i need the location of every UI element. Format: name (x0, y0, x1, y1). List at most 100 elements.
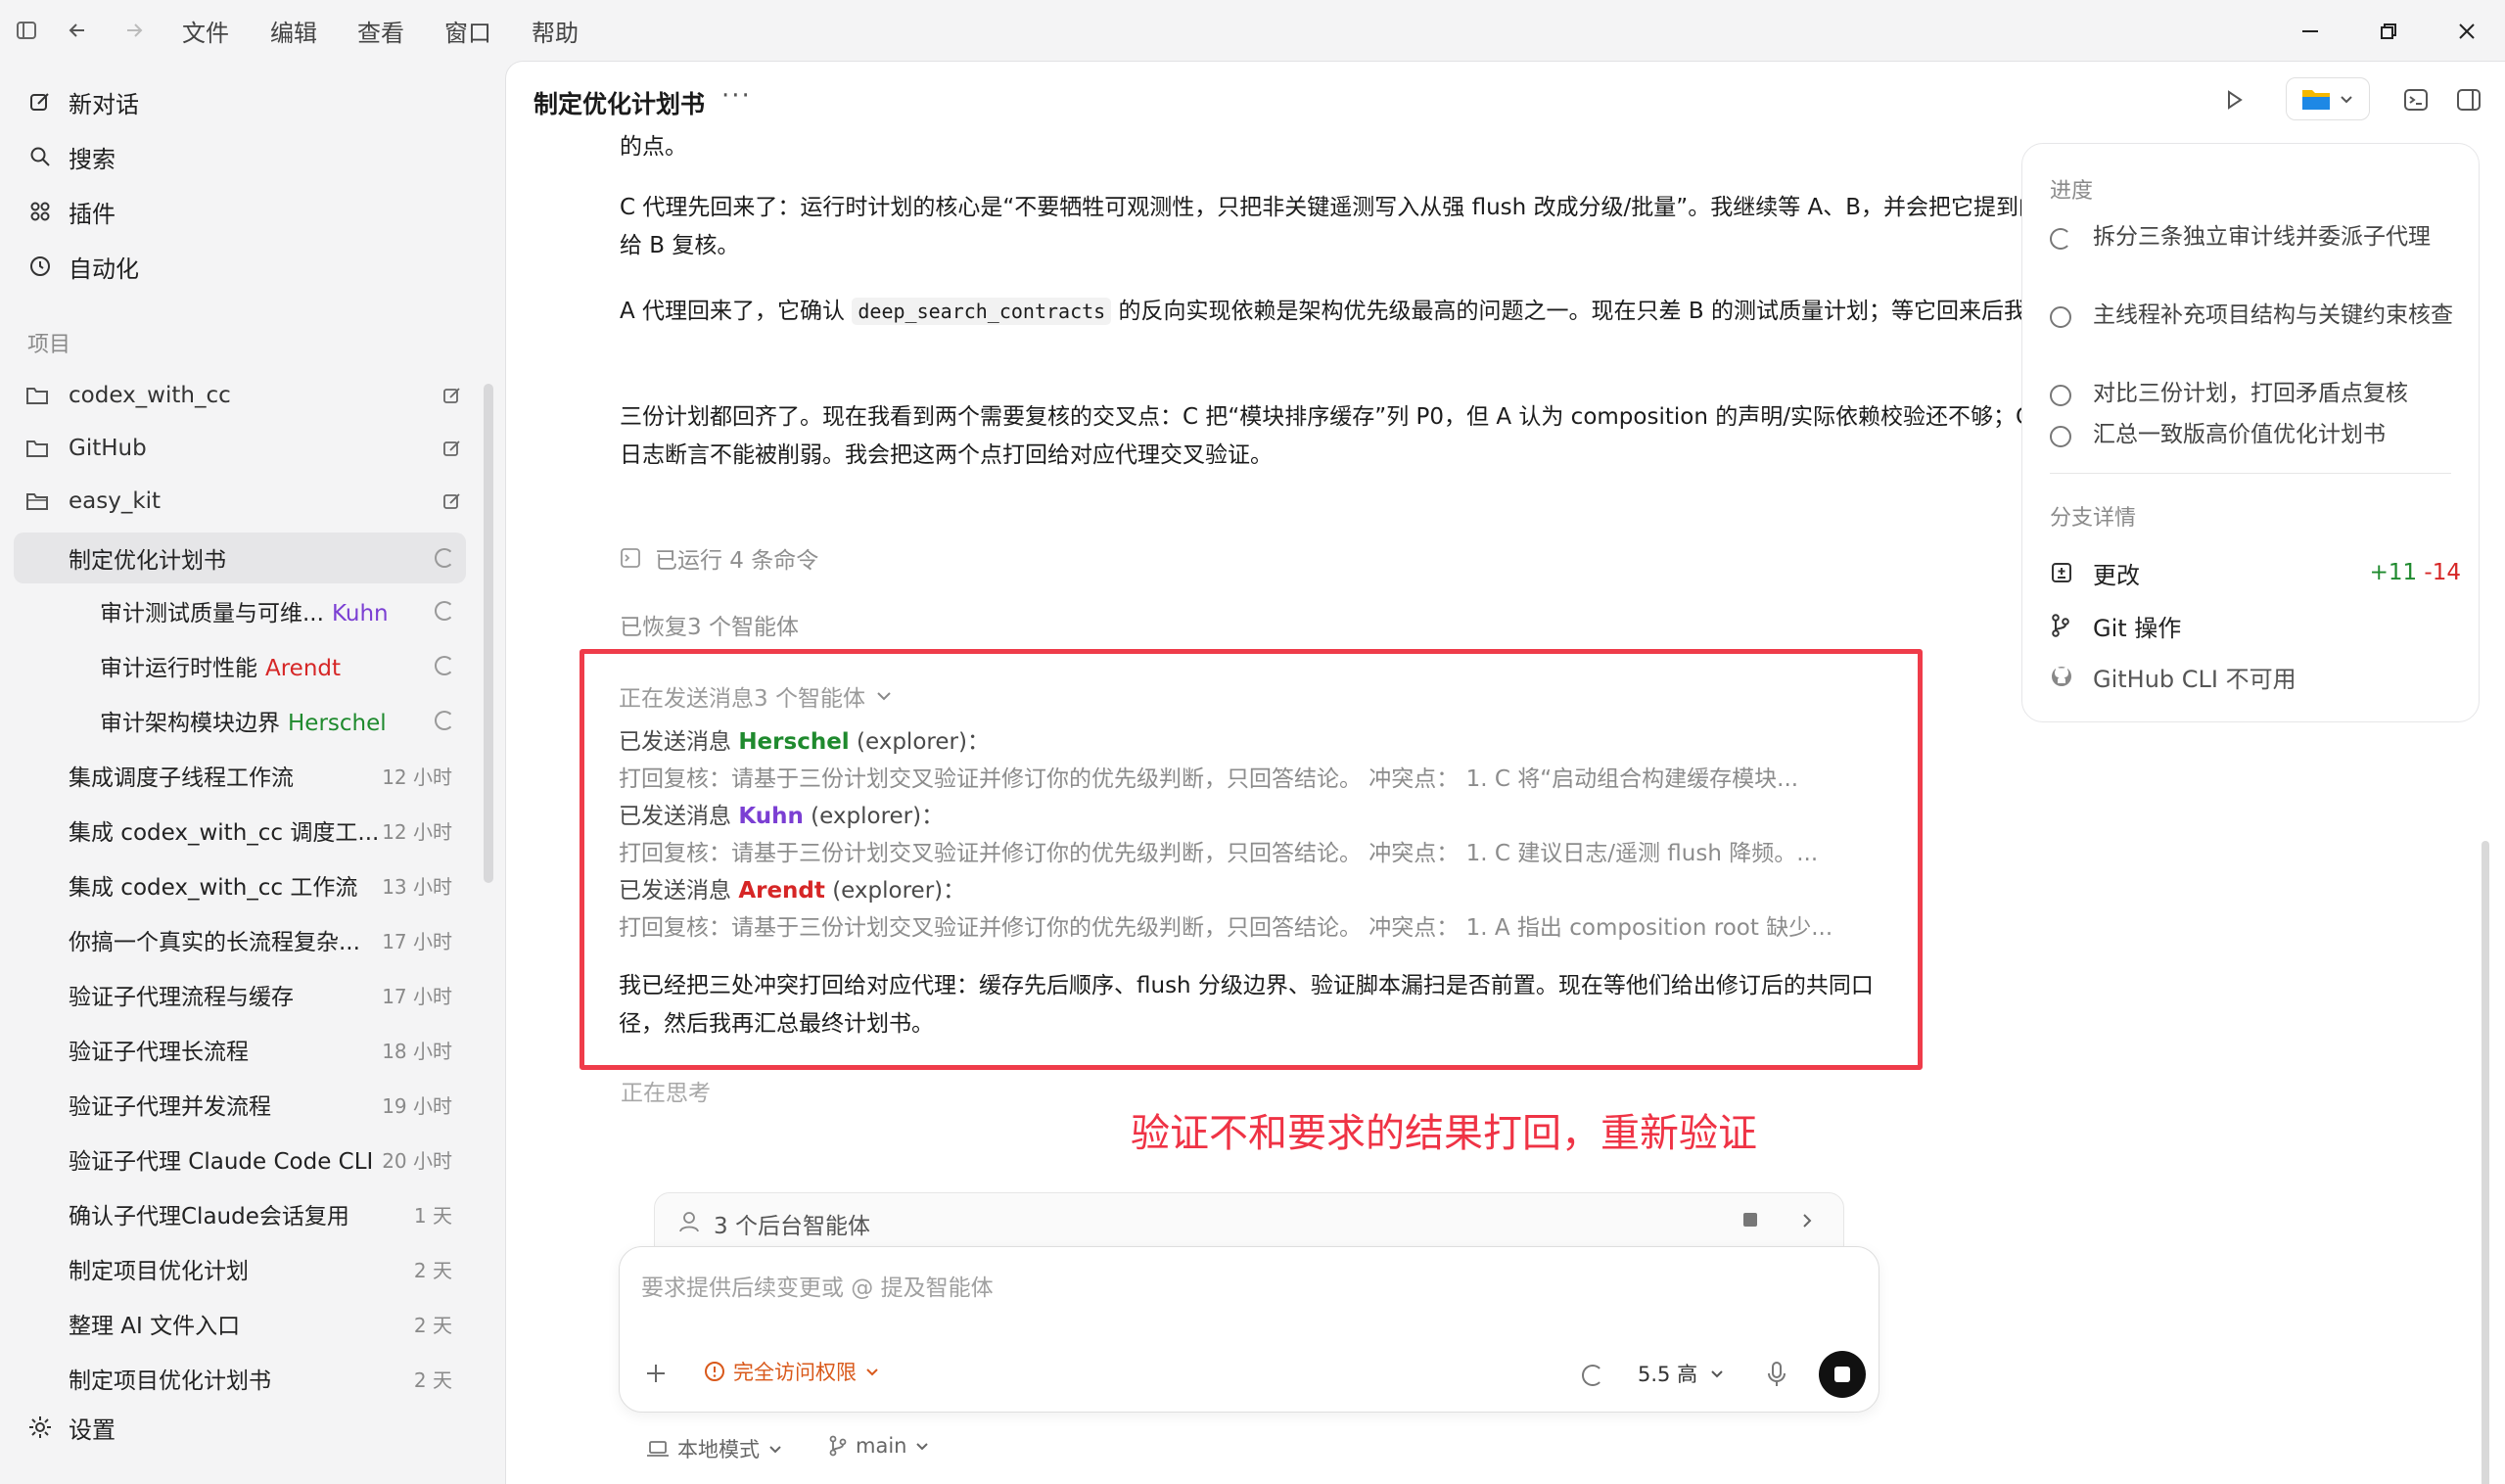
thread-time: 12 小时 (382, 765, 452, 789)
menu-edit[interactable]: 编辑 (270, 14, 317, 48)
thread-item[interactable]: 集成 codex_with_cc 工作流 13 小时 (14, 859, 466, 910)
project-github[interactable]: GitHub (25, 427, 466, 470)
thread-active[interactable]: 制定优化计划书 (14, 533, 466, 583)
plugin-grid-icon (25, 197, 55, 226)
progress-item: 对比三份计划，打回矛盾点复核 (2050, 377, 2461, 410)
restore-icon[interactable] (2369, 12, 2408, 51)
git-ops-label: Git 操作 (2093, 614, 2182, 642)
progress-item: 汇总一致版高价值优化计划书 (2050, 418, 2461, 451)
back-arrow-icon[interactable] (61, 14, 94, 47)
diff-stats: +11 -14 (2370, 560, 2461, 585)
settings-button[interactable]: 设置 (25, 1406, 116, 1449)
sent-prefix: 已发送消息 (619, 804, 739, 829)
search-button[interactable]: 搜索 (25, 135, 116, 178)
summary-paragraph: 我已经把三处冲突打回给对应代理：缓存先后顺序、flush 分级边界、验证脚本漏扫… (619, 973, 1874, 1037)
thread-item[interactable]: 制定项目优化计划 2 天 (14, 1243, 466, 1294)
thread-label: 整理 AI 文件入口 (69, 1314, 241, 1339)
thread-item[interactable]: 集成调度子线程工作流 12 小时 (14, 750, 466, 801)
thread-time: 2 天 (413, 1368, 452, 1392)
thread-item[interactable]: 制定项目优化计划书 2 天 (14, 1353, 466, 1404)
progress-text: 对比三份计划，打回矛盾点复核 (2093, 381, 2408, 406)
access-dropdown[interactable]: 完全访问权限 (704, 1357, 880, 1386)
plugins-button[interactable]: 插件 (25, 190, 116, 233)
projects-section-label: 项目 (27, 333, 71, 357)
menu-window[interactable]: 窗口 (444, 14, 491, 48)
folder-open-icon (25, 490, 55, 512)
changes-row[interactable]: 更改 +11 -14 (2050, 553, 2461, 592)
search-icon (25, 142, 55, 171)
laptop-icon (647, 1441, 669, 1457)
background-agents-bar[interactable]: 3 个后台智能体 (654, 1192, 1844, 1249)
sidebar-toggle-icon[interactable] (10, 14, 43, 47)
thread-label: 验证子代理流程与缓存 (69, 985, 294, 1010)
edit-icon[interactable] (439, 487, 466, 515)
local-mode-dropdown[interactable]: 本地模式 (646, 1434, 783, 1463)
warning-icon (705, 1362, 724, 1381)
thread-item[interactable]: 验证子代理长流程 18 小时 (14, 1024, 466, 1075)
sub-thread-kuhn[interactable]: 审计测试质量与可维... Kuhn (14, 585, 466, 636)
stop-button[interactable] (1819, 1351, 1866, 1398)
agent-role: (explorer)： (824, 878, 966, 904)
folder-icon (25, 385, 55, 406)
loading-spinner-icon (435, 711, 454, 730)
project-codex-with-cc[interactable]: codex_with_cc (25, 374, 466, 417)
menu-file[interactable]: 文件 (182, 14, 229, 48)
git-branch-icon (829, 1435, 847, 1457)
loading-spinner-icon (435, 548, 454, 568)
sent-message-herschel: 已发送消息 Herschel (explorer)： (619, 722, 990, 756)
menu-help[interactable]: 帮助 (532, 14, 579, 48)
nav-label: 新对话 (69, 90, 139, 118)
play-icon[interactable] (2215, 81, 2252, 118)
folder-icon (25, 438, 55, 459)
new-chat-button[interactable]: 新对话 (25, 80, 139, 123)
thread-item[interactable]: 验证子代理并发流程 19 小时 (14, 1079, 466, 1130)
thread-item[interactable]: 整理 AI 文件入口 2 天 (14, 1298, 466, 1349)
sending-header[interactable]: 正在发送消息3 个智能体 (619, 679, 893, 713)
branch-dropdown[interactable]: main (828, 1434, 930, 1458)
agent-name: Herschel (738, 729, 850, 755)
thread-time: 2 天 (413, 1313, 452, 1337)
forward-arrow-icon[interactable] (117, 14, 151, 47)
menu-view[interactable]: 查看 (357, 14, 404, 48)
thread-label: 制定项目优化计划书 (69, 1368, 271, 1394)
automation-button[interactable]: 自动化 (25, 245, 139, 288)
close-icon[interactable] (2447, 12, 2486, 51)
nav-label: 自动化 (69, 255, 139, 283)
sent-message-body: 打回复核：请基于三份计划交叉验证并修订你的优先级判断，只回答结论。 冲突点： 1… (619, 915, 1833, 941)
diff-deletions: -14 (2424, 560, 2461, 585)
plus-icon[interactable] (643, 1361, 669, 1386)
project-easy-kit[interactable]: easy_kit (25, 480, 466, 523)
stop-square-icon[interactable] (1743, 1213, 1757, 1227)
thread-item[interactable]: 验证子代理 Claude Code CLI 20 小时 (14, 1134, 466, 1184)
thread-item[interactable]: 确认子代理Claude会话复用 1 天 (14, 1188, 466, 1239)
sent-prefix: 已发送消息 (619, 878, 739, 904)
git-branch-icon (2050, 614, 2079, 637)
main-scrollbar[interactable] (2482, 841, 2489, 1484)
minimize-icon[interactable] (2291, 12, 2330, 51)
thread-item[interactable]: 你搞一个真实的长流程复杂... 17 小时 (14, 914, 466, 965)
sub-thread-label: 审计架构模块边界 (100, 711, 280, 736)
chevron-right-icon[interactable] (1798, 1211, 1816, 1230)
terminal-icon[interactable] (2397, 81, 2435, 118)
model-dropdown[interactable]: 5.5 高 (1638, 1359, 1725, 1388)
git-operations-row[interactable]: Git 操作 (2050, 606, 2461, 645)
sent-message-kuhn: 已发送消息 Kuhn (explorer)： (619, 797, 944, 830)
agent-name: Kuhn (331, 601, 389, 626)
composer-input[interactable]: 要求提供后续变更或 @ 提及智能体 (641, 1269, 994, 1302)
thread-label: 验证子代理并发流程 (69, 1094, 271, 1120)
ran-commands-toggle[interactable]: 已运行 4 条命令 (620, 541, 818, 575)
microphone-icon[interactable] (1765, 1361, 1788, 1388)
thread-time: 2 天 (413, 1258, 452, 1282)
sub-thread-arendt[interactable]: 审计运行时性能 Arendt (14, 640, 466, 691)
edit-icon[interactable] (439, 382, 466, 409)
thread-item[interactable]: 验证子代理流程与缓存 17 小时 (14, 969, 466, 1020)
edit-icon[interactable] (439, 435, 466, 462)
open-folder-button[interactable] (2286, 77, 2370, 120)
sidebar-scrollbar[interactable] (484, 384, 493, 883)
more-options-button[interactable]: ··· (721, 81, 752, 111)
sub-thread-herschel[interactable]: 审计架构模块边界 Herschel (14, 695, 466, 746)
progress-text: 拆分三条独立审计线并委派子代理 (2093, 224, 2431, 250)
thread-item[interactable]: 集成 codex_with_cc 调度工... 12 小时 (14, 805, 466, 856)
sending-header-label: 正在发送消息3 个智能体 (619, 686, 865, 712)
side-panel-toggle-icon[interactable] (2450, 81, 2487, 118)
